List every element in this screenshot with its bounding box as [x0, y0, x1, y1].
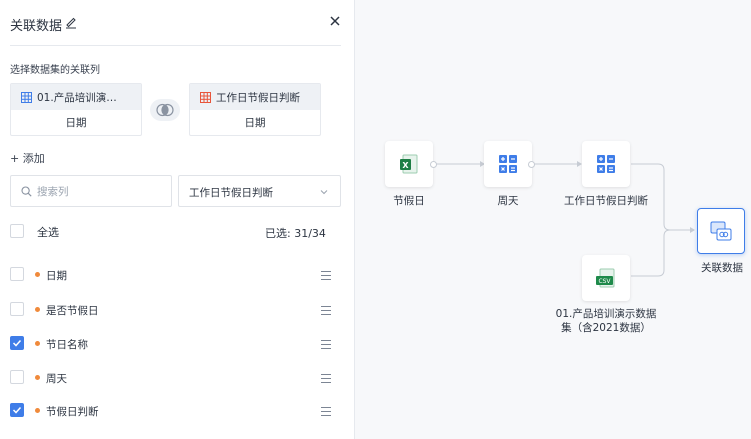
column-checkbox[interactable] — [10, 370, 24, 384]
section-label: 选择数据集的关联列 — [10, 65, 100, 76]
drag-handle-icon[interactable] — [321, 407, 331, 416]
search-column-field[interactable] — [10, 175, 172, 207]
drag-handle-icon[interactable] — [321, 306, 331, 315]
right-dataset-card: 工作日节假日判断 日期 — [189, 83, 321, 136]
node-label-line2: 集（含2021数据） — [561, 322, 651, 334]
node-label: 节假日 — [393, 195, 425, 207]
dimension-dot — [35, 375, 40, 380]
check-icon — [12, 339, 22, 347]
node-holiday[interactable]: X — [385, 141, 433, 187]
dataset-select[interactable]: 工作日节假日判断 — [178, 175, 341, 207]
column-label: 是否节假日 — [46, 305, 99, 317]
left-join-field[interactable]: 日期 — [11, 110, 141, 136]
flow-canvas[interactable]: X 节假日 周天 工作日节假日判断 CSV 01.产品培训演示数据 集（含202… — [356, 0, 751, 439]
panel-title: 关联数据 — [10, 19, 63, 34]
output-port[interactable] — [528, 161, 535, 168]
drag-handle-icon[interactable] — [321, 271, 331, 280]
right-join-field[interactable]: 日期 — [190, 110, 320, 136]
left-dataset-card: 01.产品培训演… 日期 — [10, 83, 142, 136]
selected-count: 已选: 31/34 — [265, 227, 326, 240]
column-label: 周天 — [46, 373, 67, 385]
chevron-down-icon — [320, 190, 328, 195]
close-icon[interactable] — [328, 14, 342, 28]
right-dataset-header: 工作日节假日判断 — [190, 84, 320, 110]
column-checkbox[interactable] — [10, 267, 24, 281]
join-config-panel: 关联数据 选择数据集的关联列 01.产品培训演… 日期 工作日节假日判断 日期 … — [0, 0, 355, 439]
check-icon — [12, 406, 22, 414]
dimension-dot — [35, 272, 40, 277]
drag-handle-icon[interactable] — [321, 374, 331, 383]
node-label: 关联数据 — [701, 262, 743, 274]
output-port[interactable] — [430, 161, 437, 168]
inner-join-icon — [156, 103, 174, 117]
svg-text:CSV: CSV — [598, 278, 611, 285]
dimension-dot — [35, 408, 40, 413]
dataset-select-value: 工作日节假日判断 — [189, 187, 273, 199]
node-workday-judgment[interactable] — [582, 141, 630, 187]
table-icon — [21, 91, 32, 103]
add-join-condition-button[interactable]: + 添加 — [10, 150, 45, 166]
calculator-icon — [597, 155, 615, 173]
excel-icon: X — [400, 154, 418, 174]
csv-icon: CSV — [596, 268, 615, 288]
flow-edges — [436, 161, 695, 277]
column-checkbox[interactable] — [10, 302, 24, 316]
left-dataset-header: 01.产品培训演… — [11, 84, 141, 110]
select-all-label: 全选 — [37, 226, 59, 239]
search-column-input[interactable] — [37, 182, 167, 202]
dimension-dot — [35, 307, 40, 312]
table-icon — [200, 91, 211, 103]
left-dataset-name: 01.产品培训演… — [37, 91, 117, 104]
node-label: 周天 — [497, 195, 519, 207]
column-checkbox[interactable] — [10, 336, 24, 350]
node-join-data[interactable] — [697, 208, 745, 254]
search-icon — [21, 186, 32, 197]
join-type-button[interactable] — [150, 99, 180, 121]
node-label: 01.产品培训演示数据 — [555, 308, 657, 320]
column-label: 节假日判断 — [46, 406, 99, 418]
calculator-icon — [499, 155, 517, 173]
node-label: 工作日节假日判断 — [564, 195, 648, 207]
select-all-checkbox[interactable] — [10, 224, 24, 238]
node-product-training-dataset[interactable]: CSV — [582, 255, 630, 301]
column-checkbox[interactable] — [10, 403, 24, 417]
dimension-dot — [35, 341, 40, 346]
column-label: 节日名称 — [46, 339, 88, 351]
svg-text:X: X — [402, 161, 409, 170]
divider — [10, 45, 341, 46]
right-dataset-name: 工作日节假日判断 — [216, 91, 300, 104]
drag-handle-icon[interactable] — [321, 340, 331, 349]
join-data-icon — [710, 221, 732, 241]
node-weekday[interactable] — [484, 141, 532, 187]
column-label: 日期 — [46, 270, 67, 282]
edit-icon[interactable] — [64, 15, 78, 29]
